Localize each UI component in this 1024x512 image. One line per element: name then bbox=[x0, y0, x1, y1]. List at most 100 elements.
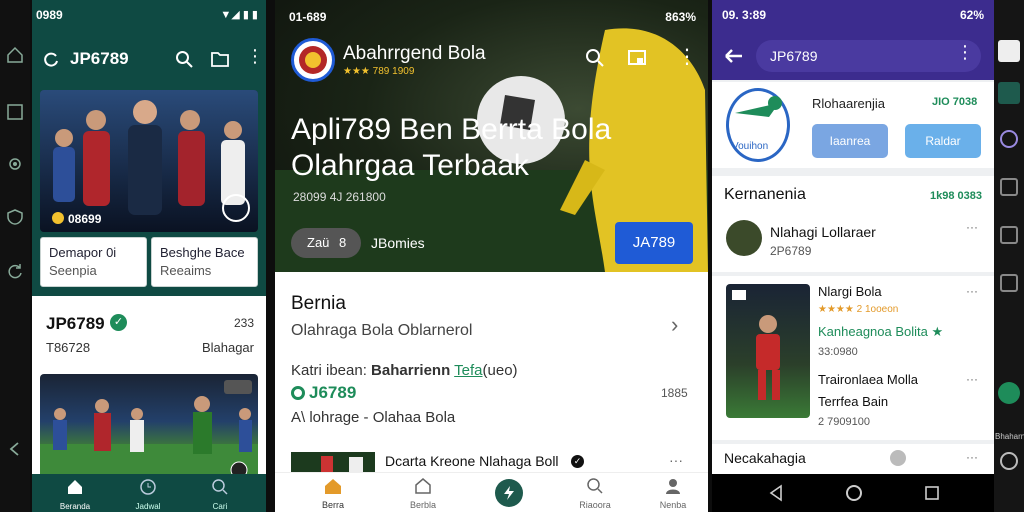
section-value: 1k98 0383 bbox=[930, 190, 982, 202]
more-options-icon[interactable]: ··· bbox=[966, 220, 978, 234]
cast-icon[interactable] bbox=[627, 48, 647, 68]
app-bar: JP6789 ⋮ bbox=[712, 32, 994, 80]
card-left-line2: Seenpia bbox=[49, 263, 97, 278]
more-options-icon[interactable]: ··· bbox=[966, 372, 978, 386]
list-icon[interactable] bbox=[1000, 274, 1018, 292]
right-nav-rail: Bhaharn bbox=[994, 0, 1024, 512]
app-icon[interactable] bbox=[998, 82, 1020, 104]
nav-explore[interactable]: Berbla bbox=[395, 477, 451, 512]
card-button-right[interactable]: Beshghe Bace Reeaims bbox=[151, 237, 258, 287]
left-nav-rail bbox=[0, 0, 30, 512]
more-icon[interactable]: ⋮ bbox=[677, 44, 697, 69]
avatar[interactable] bbox=[726, 220, 762, 256]
item2-title[interactable]: Nlargi Bola bbox=[818, 284, 882, 299]
refresh-icon[interactable] bbox=[6, 262, 24, 280]
promo-logo[interactable]: Vouihon bbox=[726, 88, 790, 162]
card-right-line1: Beshghe Bace bbox=[160, 245, 245, 260]
square-icon[interactable] bbox=[6, 103, 24, 121]
search-icon[interactable] bbox=[175, 50, 193, 68]
profile-id: T86728 bbox=[46, 340, 91, 355]
bottom-nav: Beranda Jadwal Cari bbox=[32, 474, 266, 512]
info-link[interactable]: Tefa bbox=[454, 362, 482, 379]
shield-icon[interactable] bbox=[6, 208, 24, 226]
settings-icon[interactable] bbox=[1000, 452, 1018, 470]
nav-profile-label: Nenba bbox=[659, 500, 687, 510]
chip-number: 8 bbox=[339, 235, 347, 250]
more-options-icon[interactable]: ··· bbox=[966, 450, 978, 464]
settings-icon[interactable] bbox=[6, 155, 24, 173]
nav-center-button[interactable] bbox=[495, 479, 523, 507]
profile-count: 233 bbox=[233, 316, 254, 330]
item3-code: 2 7909100 bbox=[818, 416, 870, 428]
chevron-right-icon[interactable]: › bbox=[671, 312, 678, 338]
more-options-icon[interactable]: ··· bbox=[669, 452, 683, 468]
app-bar: JP6789 ⋮ bbox=[32, 34, 266, 84]
grid-icon[interactable] bbox=[998, 40, 1020, 62]
more-icon[interactable]: ⋮ bbox=[246, 46, 264, 67]
screen-one: 0989 ▼◢ ▮ ▮ JP6789 ⋮ 08699 Demapor 0i Se… bbox=[32, 0, 266, 512]
hero-title: Apli789 Ben Berrta Bola Olahrgaa Terbaak bbox=[291, 112, 611, 184]
home-icon[interactable] bbox=[6, 46, 24, 64]
hero-title-line1: Apli789 Ben Berrta Bola bbox=[291, 113, 612, 146]
nav-home[interactable]: Berra bbox=[305, 477, 361, 512]
section-title: Kernanenia bbox=[724, 186, 806, 203]
section-subtitle: Olahraga Bola Oblarnerol bbox=[291, 322, 473, 339]
record-icon[interactable] bbox=[998, 382, 1020, 404]
search-input[interactable]: JP6789 bbox=[756, 40, 981, 72]
item1-title[interactable]: Nlahagi Lollaraer bbox=[770, 224, 876, 240]
player-photo[interactable] bbox=[726, 284, 810, 418]
card-right-line2: Reeaims bbox=[160, 263, 212, 278]
back-icon[interactable] bbox=[6, 440, 24, 458]
promo-button-left[interactable]: Iaanrea bbox=[812, 124, 888, 158]
news-thumbnail[interactable] bbox=[291, 452, 375, 472]
nav-search[interactable]: Riaoora bbox=[567, 477, 623, 512]
item2-code: 33:0980 bbox=[818, 346, 858, 358]
info-row: Katri ibean: Baharrienn Tefa(ueo) bbox=[291, 362, 518, 379]
menu-icon[interactable] bbox=[724, 46, 744, 66]
profile-name: JP6789 bbox=[46, 314, 105, 333]
system-nav bbox=[712, 474, 994, 512]
nav-home-label: Beranda bbox=[59, 502, 91, 511]
nav-home[interactable]: Beranda bbox=[50, 478, 100, 512]
folder-icon[interactable] bbox=[211, 50, 229, 68]
refresh-icon[interactable] bbox=[42, 50, 60, 68]
count-chip[interactable]: Zaü 8 bbox=[291, 228, 361, 258]
team-photo bbox=[40, 90, 258, 232]
promo-panel: Vouihon Rlohaarenjia JIO 7038 Iaanrea Ra… bbox=[712, 82, 994, 168]
brand-dot-icon bbox=[291, 386, 305, 400]
club-crest-icon bbox=[299, 46, 327, 74]
info-prefix: Katri ibean: bbox=[291, 362, 372, 379]
shop-icon bbox=[415, 478, 431, 494]
item3-title[interactable]: Traironlaea Molla bbox=[818, 372, 918, 387]
image-icon[interactable] bbox=[1000, 178, 1018, 196]
card-left-line1: Demapor 0i bbox=[49, 245, 117, 260]
screen-three: 09. 3:89 62% JP6789 ⋮ Vouihon Rlohaarenj… bbox=[712, 0, 994, 512]
right-rail-label: Bhaharn bbox=[995, 432, 1024, 441]
search-icon[interactable] bbox=[585, 48, 605, 68]
status-time: 0989 bbox=[36, 8, 63, 22]
card-button-left[interactable]: Demapor 0i Seenpia bbox=[40, 237, 147, 287]
more-icon[interactable]: ⋮ bbox=[956, 42, 974, 63]
cta-button[interactable]: JA789 bbox=[615, 222, 693, 264]
home-icon[interactable] bbox=[845, 484, 863, 502]
match-photo[interactable] bbox=[40, 374, 258, 479]
promo-button-right[interactable]: Raldar bbox=[905, 124, 981, 158]
status-icons: ▼◢ ▮ ▮ bbox=[220, 9, 258, 21]
chat-icon[interactable] bbox=[1000, 130, 1018, 148]
nav-schedule[interactable]: Jadwal bbox=[123, 478, 173, 512]
club-logo[interactable] bbox=[291, 38, 335, 82]
nav-profile[interactable]: Nenba bbox=[645, 477, 701, 512]
item4-title[interactable]: Necakahagia bbox=[724, 450, 806, 466]
item2-link[interactable]: Kanheagnoa Bolita ★ bbox=[818, 324, 943, 340]
team-photo-card[interactable]: 08699 bbox=[40, 90, 258, 232]
refresh-icon[interactable] bbox=[890, 450, 906, 466]
recents-icon[interactable] bbox=[923, 484, 941, 502]
hero-meta: 28099 4J 261800 bbox=[293, 190, 386, 204]
back-icon[interactable] bbox=[767, 484, 785, 502]
status-time: 01-689 bbox=[289, 10, 327, 24]
more-options-icon[interactable]: ··· bbox=[966, 284, 978, 298]
file-icon[interactable] bbox=[1000, 226, 1018, 244]
news-title[interactable]: Dcarta Kreone Nlahaga Boll bbox=[385, 453, 559, 469]
brand-rating: ★★★ 789 1909 bbox=[343, 66, 415, 77]
nav-search[interactable]: Cari bbox=[195, 478, 245, 512]
